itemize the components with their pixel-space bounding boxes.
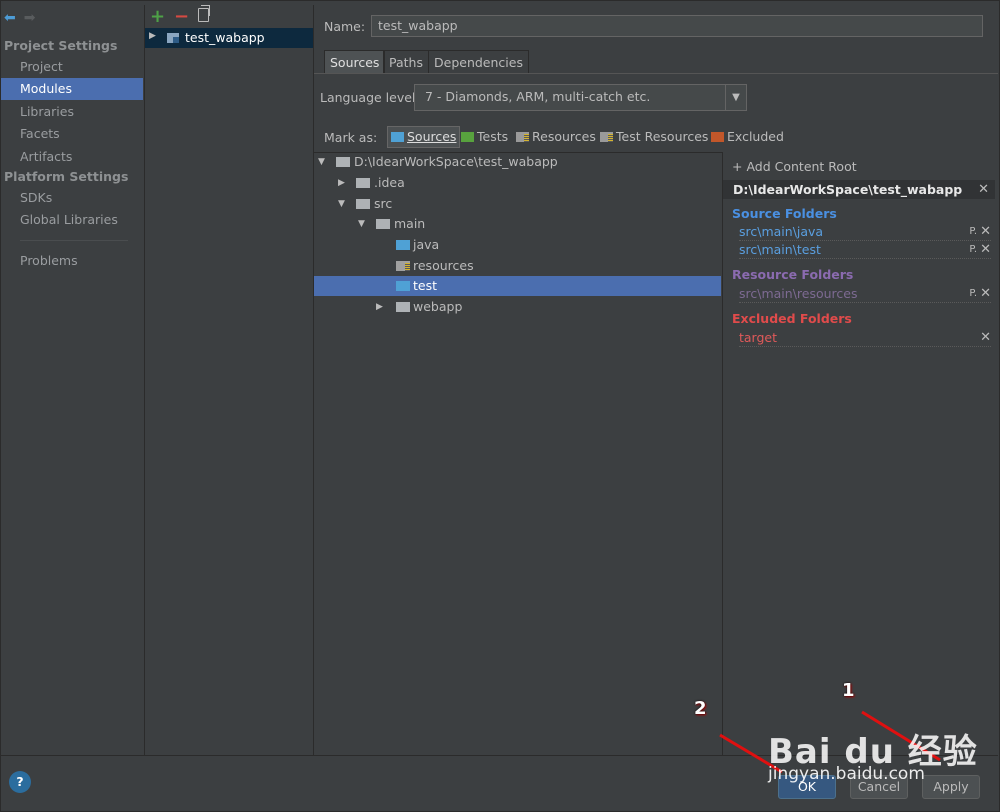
annotation-label-2: 2	[694, 698, 707, 719]
baidu-watermark-url: jingyan.baidu.com	[768, 764, 925, 784]
annotation-label-1: 1	[842, 680, 855, 701]
